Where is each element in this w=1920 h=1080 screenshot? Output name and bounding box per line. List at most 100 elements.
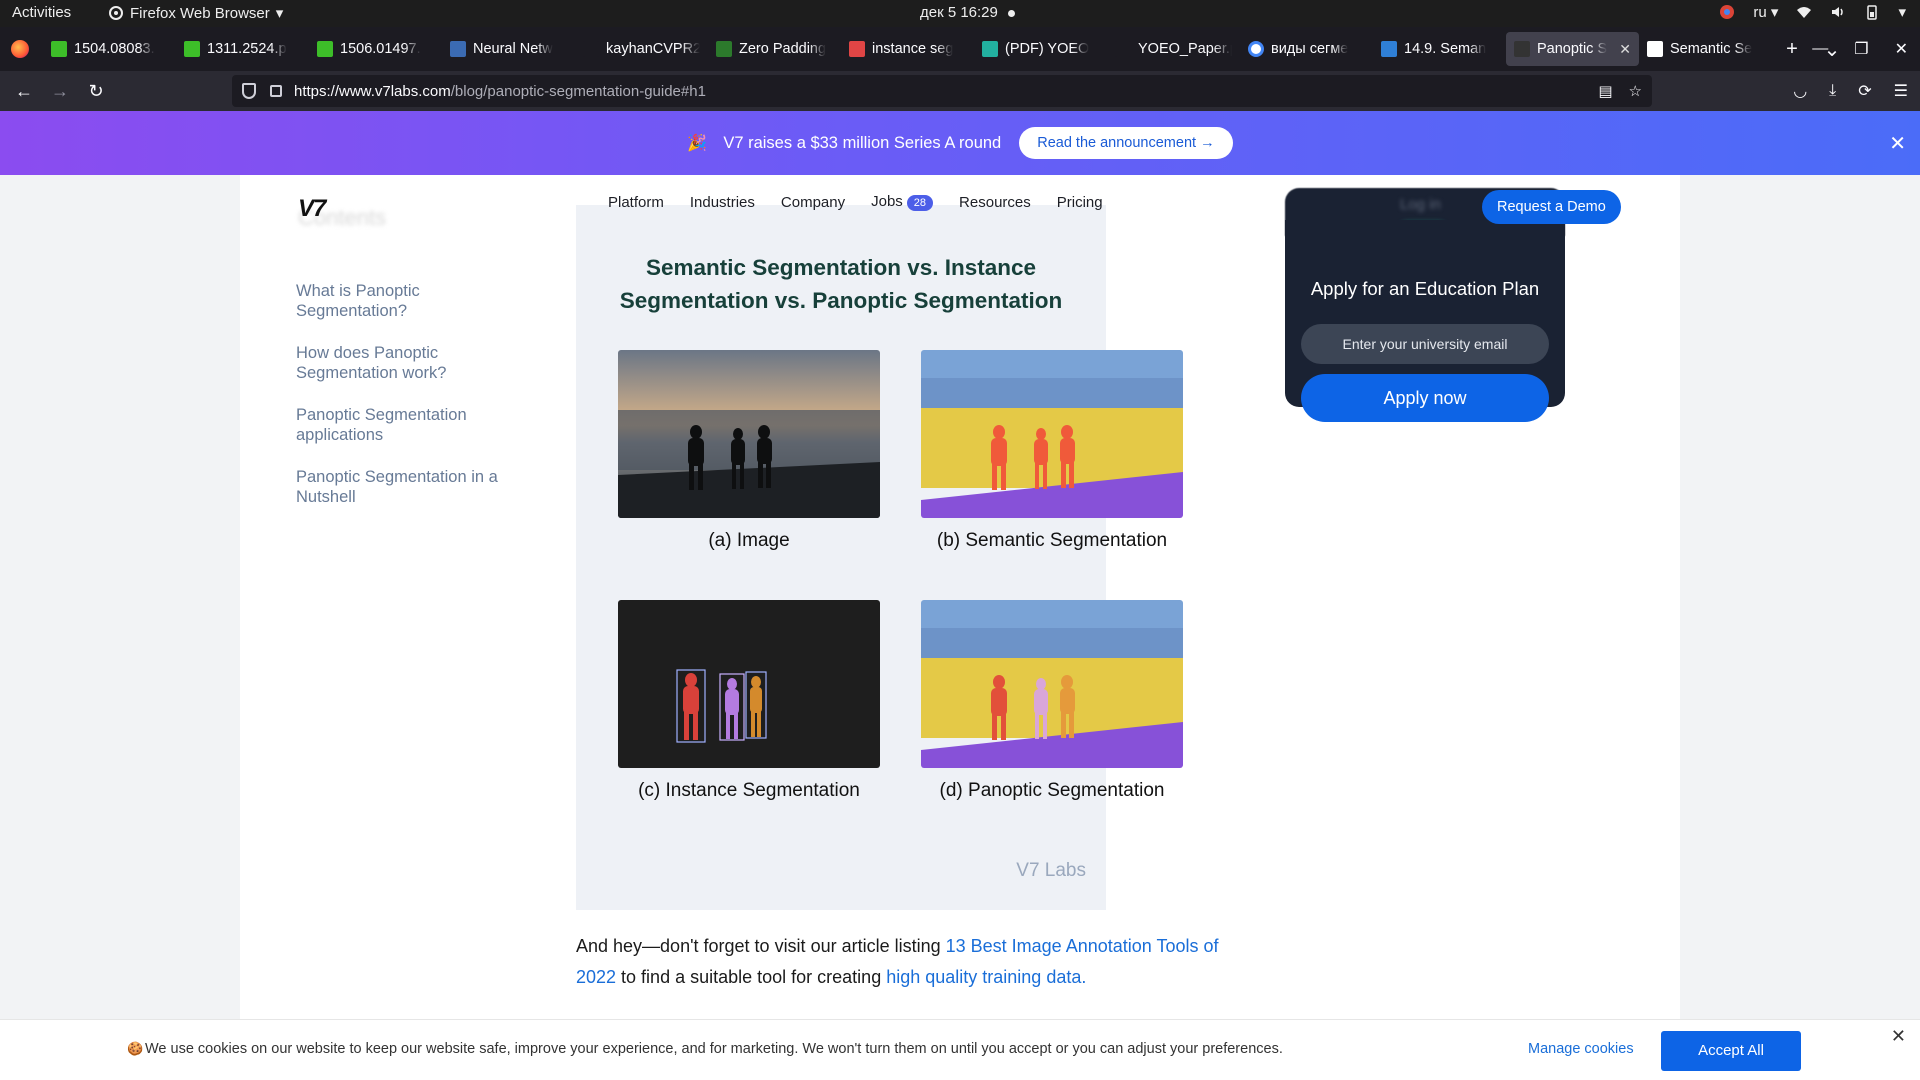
tab-11[interactable]: Panoptic S ✕	[1506, 32, 1639, 66]
window-controls: — ❐ ✕	[1812, 27, 1920, 71]
tab-title: Neural Netw	[473, 41, 553, 57]
nav-industries[interactable]: Industries	[690, 194, 755, 211]
battery-icon[interactable]	[1864, 4, 1880, 20]
table-of-contents: What is Panoptic Segmentation? How does …	[296, 281, 526, 529]
main-content: Contents V7 What is Panoptic Segmentatio…	[240, 175, 1680, 1080]
activities-button[interactable]: Activities	[12, 4, 71, 21]
favicon-blank-icon	[583, 41, 599, 57]
tab-10[interactable]: 14.9. Seman	[1373, 32, 1506, 66]
google-icon	[1248, 41, 1264, 57]
menu-icon[interactable]: ☰	[1894, 81, 1908, 101]
toc-item[interactable]: What is Panoptic Segmentation?	[296, 281, 526, 321]
toc-item[interactable]: Panoptic Segmentation applications	[296, 405, 526, 445]
notification-dot-icon	[1007, 9, 1015, 17]
nav-platform[interactable]: Platform	[608, 194, 664, 211]
figure-title: Semantic Segmentation vs. Instance Segme…	[619, 255, 1063, 313]
firefox-app-icon	[109, 6, 123, 20]
close-cookie-icon[interactable]: ✕	[1891, 1026, 1906, 1047]
request-demo-button[interactable]: Request a Demo	[1482, 190, 1621, 224]
wifi-icon[interactable]	[1796, 4, 1812, 20]
tab-strip: 1504.08083. 1311.2524.p 1506.01497. Neural …	[0, 27, 1920, 71]
forward-button[interactable]: →	[42, 81, 78, 102]
os-top-bar: Activities Firefox Web Browser ▾ дек 5 1…	[0, 0, 1920, 27]
banner-text: V7 raises a $33 million Series A round	[723, 133, 1002, 152]
nav-bar: ← → ↻ https://www.v7labs.com/blog/panopt…	[0, 71, 1920, 111]
downloads-icon[interactable]: ⤓	[1829, 82, 1836, 100]
read-announcement-button[interactable]: Read the announcement →	[1019, 127, 1233, 159]
system-menu-chevron-icon[interactable]: ▾	[1898, 3, 1906, 21]
firefox-view-icon[interactable]	[11, 40, 29, 58]
tab-title: 14.9. Seman	[1404, 41, 1487, 57]
article-paragraph: And hey—don't forget to visit our articl…	[576, 931, 1246, 993]
sync-icon[interactable]: ⟳	[1858, 81, 1871, 101]
nav-company[interactable]: Company	[781, 194, 845, 211]
tab-1[interactable]: 1311.2524.p	[176, 32, 309, 66]
minimize-button[interactable]: —	[1812, 40, 1828, 58]
toc-item[interactable]: Panoptic Segmentation in a Nutshell	[296, 467, 526, 507]
volume-icon[interactable]	[1830, 4, 1846, 20]
cookie-icon: 🍪	[127, 1041, 144, 1056]
training-data-link[interactable]: high quality training data.	[886, 967, 1086, 987]
app-name: Firefox Web Browser	[130, 4, 270, 22]
caption-a: (a) Image	[708, 530, 790, 551]
chrome-indicator-icon[interactable]	[1719, 4, 1735, 20]
chevron-down-icon: ▾	[275, 5, 284, 22]
tab-8[interactable]: YOEO_Paper.pd	[1107, 32, 1240, 66]
tab-title: Zero Padding	[739, 41, 827, 57]
tab-2[interactable]: 1506.01497.	[309, 32, 442, 66]
bookmark-star-icon[interactable]: ☆	[1629, 82, 1642, 100]
tab-3[interactable]: Neural Netw	[442, 32, 575, 66]
reader-view-icon[interactable]: ▤	[1598, 82, 1612, 100]
tab-0[interactable]: 1504.08083.	[43, 32, 176, 66]
nav-pricing[interactable]: Pricing	[1057, 194, 1103, 211]
comparison-figure: Semantic Segmentation vs. Instance Segme…	[576, 205, 1183, 910]
tab-7[interactable]: (PDF) YOEO	[974, 32, 1107, 66]
back-button[interactable]: ←	[6, 81, 42, 102]
v7-logo[interactable]: V7	[298, 195, 326, 223]
site-icon	[450, 41, 466, 57]
announcement-banner: 🎉 V7 raises a $33 million Series A round…	[0, 111, 1920, 175]
tab-4[interactable]: kayhanCVPR20	[575, 32, 708, 66]
nav-resources[interactable]: Resources	[959, 194, 1031, 211]
close-tab-icon[interactable]: ✕	[1619, 41, 1631, 58]
tabs: 1504.08083. 1311.2524.p 1506.01497. Neural …	[43, 32, 1772, 66]
restore-button[interactable]: ❐	[1854, 39, 1868, 59]
tab-12[interactable]: Semantic Se	[1639, 32, 1772, 66]
tab-9[interactable]: виды сегме	[1240, 32, 1373, 66]
nav-jobs[interactable]: Jobs 28	[871, 193, 934, 211]
lock-icon[interactable]	[270, 85, 282, 97]
university-email-input[interactable]: Enter your university email	[1301, 324, 1549, 364]
app-menu[interactable]: Firefox Web Browser ▾	[108, 4, 283, 22]
url-bar[interactable]: https://www.v7labs.com/blog/panoptic-seg…	[232, 75, 1652, 107]
url-text[interactable]: https://www.v7labs.com/blog/panoptic-seg…	[294, 83, 706, 100]
tab-title: 1506.01497.	[340, 41, 421, 57]
cookie-message: We use cookies on our website to keep ou…	[145, 1041, 1283, 1057]
close-window-button[interactable]: ✕	[1895, 39, 1908, 59]
toc-item[interactable]: How does Panoptic Segmentation work?	[296, 343, 526, 383]
close-banner-icon[interactable]: ✕	[1889, 131, 1906, 156]
new-tab-button[interactable]: +	[1772, 38, 1812, 61]
site-icon	[1381, 41, 1397, 57]
site-nav: Platform Industries Company Jobs 28 Resou…	[608, 193, 1103, 211]
site-icon	[1647, 41, 1663, 57]
green-pdf-icon	[317, 41, 333, 57]
tracking-protection-icon[interactable]	[242, 83, 256, 99]
pocket-icon[interactable]: ◡	[1793, 81, 1807, 101]
tab-title: instance seg	[872, 41, 954, 57]
figure-credit: V7 Labs	[1016, 860, 1086, 881]
site-icon	[982, 41, 998, 57]
accept-all-button[interactable]: Accept All	[1661, 1031, 1801, 1071]
keyboard-layout[interactable]: ru ▾	[1753, 3, 1778, 21]
reload-button[interactable]: ↻	[78, 81, 114, 102]
site-icon	[849, 41, 865, 57]
login-link[interactable]: Log in	[1400, 196, 1441, 213]
panoptic-segmentation-panel	[921, 600, 1183, 768]
original-image-panel	[618, 350, 880, 518]
apply-now-button[interactable]: Apply now	[1301, 374, 1549, 422]
clock[interactable]: дек 5 16:29	[920, 4, 1015, 21]
tab-6[interactable]: instance seg	[841, 32, 974, 66]
v7-icon	[1514, 41, 1530, 57]
manage-cookies-link[interactable]: Manage cookies	[1528, 1041, 1634, 1057]
tab-title: kayhanCVPR20	[606, 41, 700, 57]
tab-5[interactable]: Zero Padding	[708, 32, 841, 66]
